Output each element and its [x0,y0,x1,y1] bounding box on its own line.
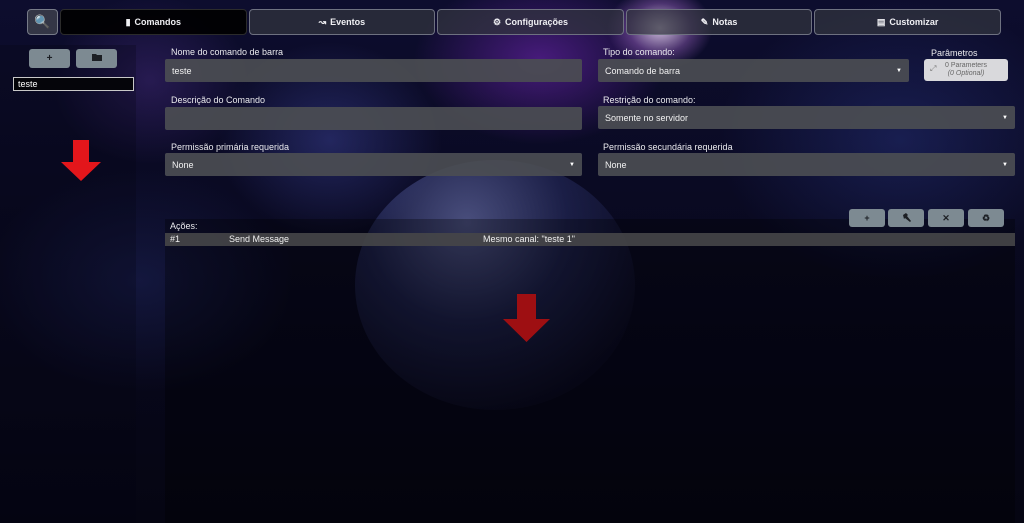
secondary-permission-value: None [605,159,627,170]
add-command-button[interactable]: + [29,49,70,68]
primary-permission-value: None [172,159,194,170]
add-folder-button[interactable] [76,49,117,68]
action-detail: Mesmo canal: "teste 1" [483,234,575,244]
book-icon: ▮ [125,16,131,27]
add-action-button[interactable]: + [849,209,885,227]
refresh-action-button[interactable]: ♻ [968,209,1004,227]
recycle-icon: ♻ [981,212,991,223]
folder-icon [91,53,102,64]
chart-icon: ↝ [318,16,327,27]
tab-comandos[interactable]: ▮ Comandos [60,9,247,35]
command-name-label: Nome do comando de barra [171,47,284,57]
image-icon: ▤ [876,16,886,27]
search-button[interactable]: 🔍 [27,9,58,35]
gears-icon: ⚙ [492,16,502,27]
close-icon: ✕ [942,212,950,223]
tab-notas[interactable]: ✎ Notas [625,9,813,35]
command-type-label: Tipo do comando: [603,47,675,57]
command-tree-item[interactable]: teste [13,77,134,91]
primary-permission-select[interactable]: None ▼ [165,153,582,176]
caret-down-icon: ▼ [896,67,902,74]
parameters-label: Parâmetros [931,48,978,58]
caret-down-icon: ▼ [569,161,575,168]
hammer-icon [902,212,911,224]
tab-label: Comandos [134,17,182,27]
action-name: Send Message [229,234,290,244]
tab-label: Configurações [505,17,569,27]
command-restriction-value: Somente no servidor [605,112,689,123]
top-nav: 🔍 ▮ Comandos ↝ Eventos ⚙ Configurações ✎… [27,9,1001,35]
delete-action-button[interactable]: ✕ [928,209,964,227]
expand-icon: ⤢ [930,64,937,73]
command-description-label: Descrição do Comando [171,95,266,105]
magnifier-icon: 🔍 [34,14,51,29]
command-type-select[interactable]: Comando de barra ▼ [598,59,909,82]
tab-label: Eventos [330,17,366,27]
tab-label: Customizar [889,17,939,27]
edit-action-button[interactable] [888,209,924,227]
tab-configuracoes[interactable]: ⚙ Configurações [437,9,624,35]
arrow-down-icon [61,140,101,181]
command-description-input[interactable] [165,107,582,130]
action-index: #1 [170,234,181,244]
caret-down-icon: ▼ [1002,161,1008,168]
plus-icon: + [864,213,870,223]
command-name-input[interactable]: teste [165,59,582,82]
primary-permission-label: Permissão primária requerida [171,142,290,152]
secondary-permission-select[interactable]: None ▼ [598,153,1015,176]
caret-down-icon: ▼ [1002,114,1008,121]
secondary-permission-label: Permissão secundária requerida [603,142,733,152]
actions-label: Ações: [170,221,198,231]
tab-customizar[interactable]: ▤ Customizar [814,9,1001,35]
actions-panel [165,219,1015,523]
command-restriction-label: Restrição do comando: [603,95,696,105]
parameters-button[interactable]: ⤢ 0 Parameters (0 Optional) [924,59,1008,81]
command-type-value: Comando de barra [605,65,681,76]
sidebar: + teste [0,45,136,523]
action-row[interactable]: #1 Send Message Mesmo canal: "teste 1" [165,233,1015,246]
tab-eventos[interactable]: ↝ Eventos [248,9,436,35]
pencil-icon: ✎ [700,16,709,27]
command-name-value: teste [172,65,192,76]
plus-icon: + [46,53,53,64]
parameters-count: 0 Parameters [944,62,988,69]
parameters-optional: (0 Optional) [947,70,985,77]
command-restriction-select[interactable]: Somente no servidor ▼ [598,106,1015,129]
tab-label: Notas [712,17,738,27]
